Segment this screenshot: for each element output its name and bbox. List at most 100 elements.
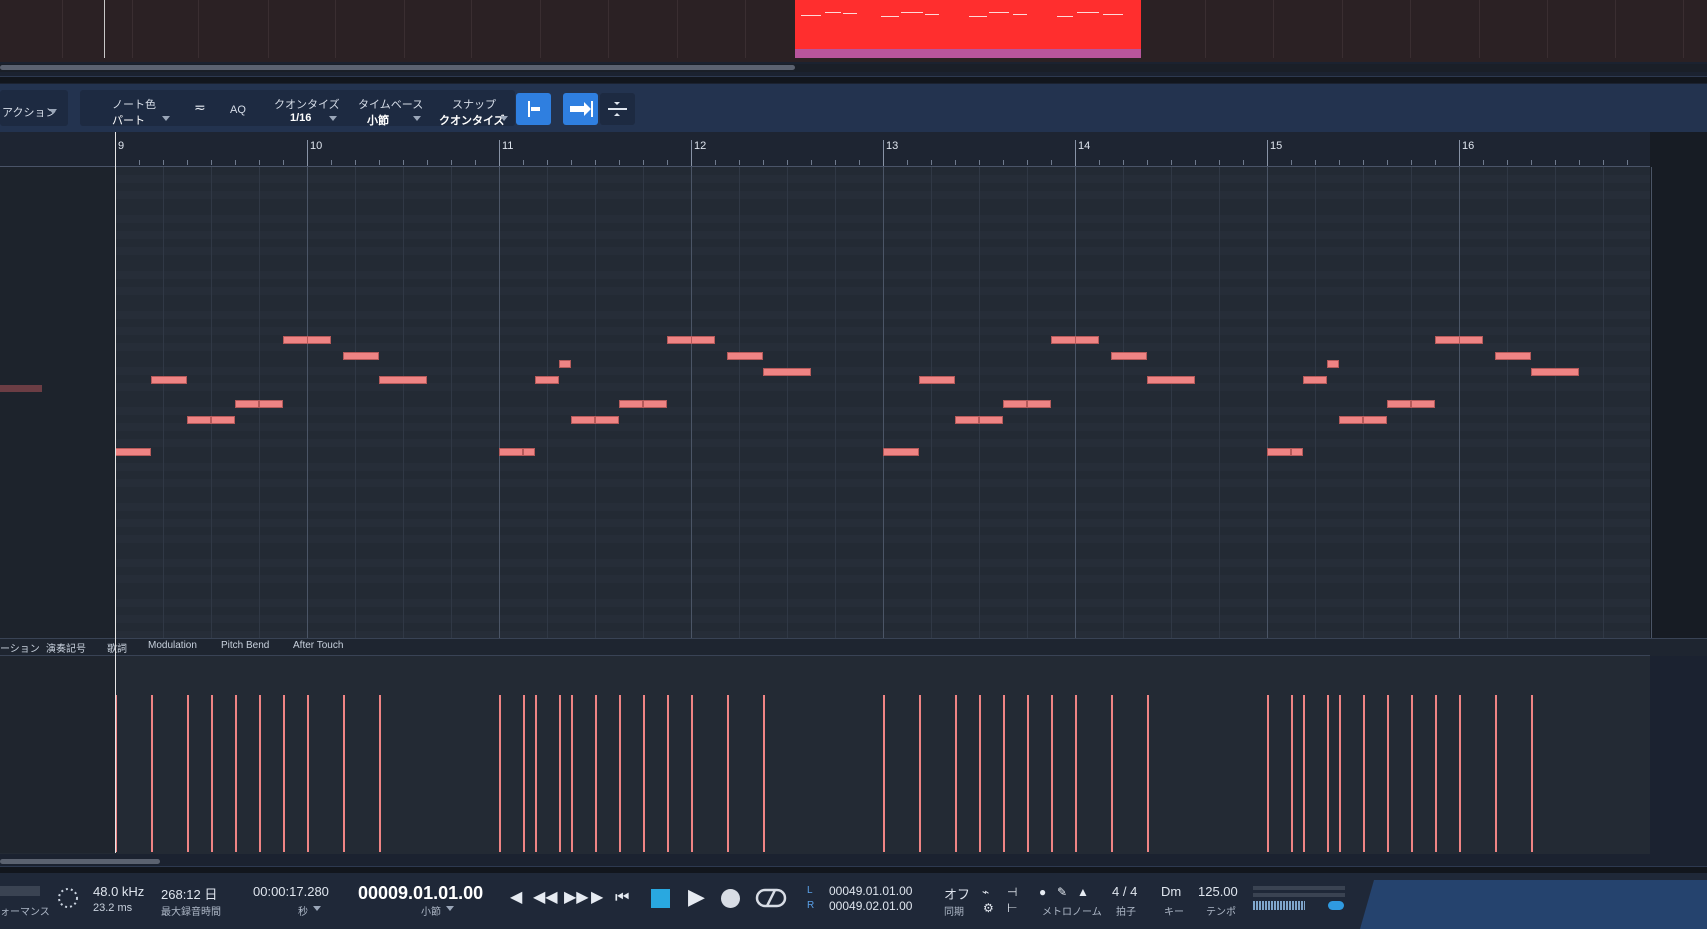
midi-note[interactable] — [1411, 400, 1435, 408]
velocity-bar[interactable] — [979, 695, 981, 852]
follow-playhead-button[interactable] — [563, 93, 598, 125]
previous-note[interactable] — [0, 385, 42, 392]
fast-forward-icon[interactable]: ▶▶ — [564, 890, 589, 906]
velocity-bar[interactable] — [1363, 695, 1365, 852]
midi-note[interactable] — [571, 416, 595, 424]
midi-note[interactable] — [523, 448, 535, 456]
midi-note[interactable] — [343, 352, 379, 360]
tab-pitch-bend[interactable]: Pitch Bend — [221, 640, 269, 651]
velocity-bar[interactable] — [1459, 695, 1461, 852]
monitor-toggle[interactable] — [1328, 901, 1344, 910]
record-button[interactable] — [721, 889, 740, 908]
velocity-bar[interactable] — [307, 695, 309, 852]
loop-end[interactable]: 00049.02.01.00 — [829, 899, 912, 913]
velocity-bar[interactable] — [343, 695, 345, 852]
midi-note[interactable] — [259, 400, 283, 408]
midi-note[interactable] — [643, 400, 667, 408]
arranger-overview[interactable] — [0, 0, 1707, 62]
velocity-bar[interactable] — [955, 695, 957, 852]
velocity-bar[interactable] — [643, 695, 645, 852]
velocity-bar[interactable] — [1495, 695, 1497, 852]
velocity-bar[interactable] — [1267, 695, 1269, 852]
midi-note[interactable] — [379, 376, 427, 384]
midi-note[interactable] — [1363, 416, 1387, 424]
aq-button[interactable]: AQ — [230, 104, 246, 116]
velocity-bar[interactable] — [727, 695, 729, 852]
snap-to-grid-button[interactable] — [516, 93, 551, 125]
midi-note[interactable] — [919, 376, 955, 384]
cpu-load-icon[interactable] — [56, 886, 80, 910]
timebase-select[interactable]: 小節 — [367, 112, 389, 128]
play-button[interactable]: ▶ — [688, 886, 705, 908]
quantize-select[interactable]: 1/16 — [290, 112, 311, 124]
velocity-bar[interactable] — [499, 695, 501, 852]
tab-after-touch[interactable]: After Touch — [293, 640, 343, 651]
time-display-seconds[interactable]: 00:00:17.280 — [253, 884, 329, 899]
velocity-bar[interactable] — [187, 695, 189, 852]
metronome-icon[interactable]: ▲ — [1077, 884, 1089, 900]
return-to-zero-icon[interactable]: ⏮ — [615, 890, 629, 906]
velocity-bar[interactable] — [595, 695, 597, 852]
velocity-bar[interactable] — [1291, 695, 1293, 852]
midi-note[interactable] — [1027, 400, 1051, 408]
zoom-toggle-button[interactable] — [600, 93, 635, 125]
midi-note[interactable] — [1303, 376, 1327, 384]
loop-start[interactable]: 00049.01.01.00 — [829, 884, 912, 898]
sync-value[interactable]: オフ — [944, 884, 970, 903]
midi-note[interactable] — [763, 368, 811, 376]
rewind-icon[interactable]: ◀◀ — [533, 890, 558, 906]
precount-icon[interactable]: ⌁ — [982, 884, 989, 900]
velocity-bar[interactable] — [571, 695, 573, 852]
velocity-bar[interactable] — [1075, 695, 1077, 852]
time-unit-select[interactable]: 秒 — [298, 903, 308, 918]
velocity-bar[interactable] — [535, 695, 537, 852]
midi-note[interactable] — [1459, 336, 1483, 344]
arranger-scrollbar-thumb[interactable] — [0, 65, 795, 70]
key-value[interactable]: Dm — [1161, 884, 1181, 899]
next-marker-icon[interactable]: ▶ — [591, 890, 603, 906]
velocity-bar[interactable] — [691, 695, 693, 852]
velocity-bar[interactable] — [1303, 695, 1305, 852]
midi-note[interactable] — [1111, 352, 1147, 360]
velocity-bar[interactable] — [151, 695, 153, 852]
timeline-ruler[interactable] — [0, 132, 1707, 167]
midi-note[interactable] — [211, 416, 235, 424]
gear-icon[interactable]: ⚙ — [983, 900, 994, 916]
velocity-bar[interactable] — [667, 695, 669, 852]
velocity-bar[interactable] — [259, 695, 261, 852]
playhead[interactable] — [115, 132, 116, 853]
velocity-bar[interactable] — [1027, 695, 1029, 852]
velocity-bar[interactable] — [235, 695, 237, 852]
velocity-bar[interactable] — [379, 695, 381, 852]
velocity-bar[interactable] — [1327, 695, 1329, 852]
tempo-value[interactable]: 125.00 — [1198, 884, 1238, 899]
midi-note[interactable] — [115, 448, 151, 456]
previous-marker-icon[interactable]: ◀ — [510, 890, 522, 906]
velocity-bar[interactable] — [1411, 695, 1413, 852]
midi-note[interactable] — [1075, 336, 1099, 344]
midi-note[interactable] — [535, 376, 559, 384]
velocity-bar[interactable] — [1147, 695, 1149, 852]
midi-note[interactable] — [955, 416, 979, 424]
midi-note[interactable] — [1147, 376, 1195, 384]
horizontal-scrollbar-thumb[interactable] — [0, 859, 160, 864]
midi-note[interactable] — [1003, 400, 1027, 408]
velocity-bar[interactable] — [619, 695, 621, 852]
velocity-bar[interactable] — [523, 695, 525, 852]
midi-note[interactable] — [187, 416, 211, 424]
velocity-bar[interactable] — [919, 695, 921, 852]
midi-note[interactable] — [1531, 368, 1579, 376]
midi-note[interactable] — [151, 376, 187, 384]
midi-note[interactable] — [595, 416, 619, 424]
velocity-bar[interactable] — [1531, 695, 1533, 852]
position-display[interactable]: 00009.01.01.00 — [358, 883, 483, 904]
velocity-bar[interactable] — [763, 695, 765, 852]
velocity-bar[interactable] — [283, 695, 285, 852]
tab-modulation[interactable]: Modulation — [148, 640, 197, 651]
midi-note[interactable] — [979, 416, 1003, 424]
midi-note[interactable] — [727, 352, 763, 360]
velocity-bar[interactable] — [883, 695, 885, 852]
time-signature[interactable]: 4 / 4 — [1112, 884, 1137, 899]
velocity-bar[interactable] — [211, 695, 213, 852]
midi-note[interactable] — [307, 336, 331, 344]
